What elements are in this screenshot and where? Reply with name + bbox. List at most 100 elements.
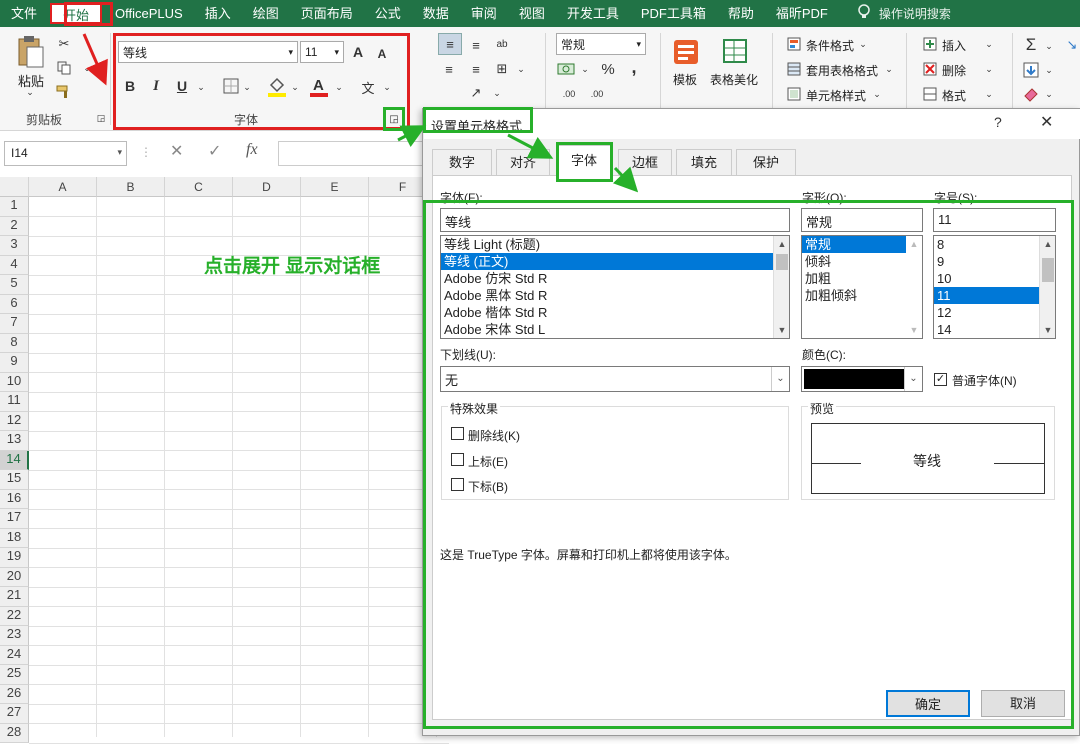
align-middle-icon[interactable]: ≡ (466, 35, 486, 55)
bold-icon[interactable]: B (122, 77, 138, 95)
conditional-format-label[interactable]: 条件格式 (806, 37, 854, 54)
align-left-icon[interactable]: ≡ (438, 59, 460, 79)
chevron-down-icon[interactable]: ⌄ (1044, 39, 1054, 53)
tab-5[interactable]: 保护 (736, 149, 796, 175)
menu-item-8[interactable]: 审阅 (460, 0, 508, 27)
font-color-icon[interactable]: A (308, 75, 330, 99)
list-item[interactable]: 10 (934, 270, 1039, 287)
scroll-down-icon[interactable]: ▼ (906, 322, 922, 338)
font-name-field[interactable]: 等线 (440, 208, 790, 232)
wrap-text-icon[interactable]: ab (492, 33, 512, 55)
menu-item-7[interactable]: 数据 (412, 0, 460, 27)
underline-icon[interactable]: U (174, 77, 190, 95)
chevron-down-icon[interactable]: ⌄ (580, 63, 590, 75)
ok-button[interactable]: 确定 (886, 690, 970, 717)
normal-font-checkbox[interactable]: ✓ (934, 373, 947, 386)
paste-dropdown-icon[interactable]: ⌄ (24, 87, 36, 97)
font-name-combo[interactable]: 等线 ▾ (118, 41, 298, 63)
tab-0[interactable]: 数字 (432, 149, 492, 175)
dialog-title-bar[interactable] (424, 109, 1080, 139)
align-center-icon[interactable]: ≡ (466, 59, 486, 79)
merge-icon[interactable]: ⊞ (492, 59, 512, 79)
format-cells-label[interactable]: 格式 (942, 87, 966, 104)
column-header[interactable]: C (165, 177, 233, 197)
chevron-down-icon[interactable]: ⌄ (382, 81, 392, 93)
font-size-field[interactable]: 11 (933, 208, 1056, 232)
chevron-down-icon[interactable]: ⌄ (858, 37, 868, 51)
fill-icon[interactable] (1022, 61, 1040, 79)
row-header[interactable]: 13 (0, 431, 29, 451)
chevron-down-icon[interactable]: ⌄ (872, 87, 882, 101)
list-item[interactable]: 加粗 (802, 270, 906, 287)
style-list-scrollbar[interactable]: ▲ ▼ (906, 236, 922, 338)
number-format-combo[interactable]: 常规 ▾ (556, 33, 646, 55)
chevron-down-icon[interactable]: ⌄ (516, 63, 526, 75)
row-header[interactable]: 27 (0, 704, 29, 724)
strikethrough-checkbox[interactable] (451, 427, 464, 440)
scroll-thumb[interactable] (1042, 258, 1054, 282)
list-item[interactable]: 14 (934, 321, 1039, 338)
row-header[interactable]: 11 (0, 392, 29, 412)
menu-item-10[interactable]: 开发工具 (556, 0, 630, 27)
scroll-down-icon[interactable]: ▼ (774, 322, 789, 338)
font-style-list[interactable]: 常规 倾斜 加粗 加粗倾斜 ▲ ▼ (801, 235, 923, 339)
row-header[interactable]: 20 (0, 567, 29, 587)
menu-item-11[interactable]: PDF工具箱 (630, 0, 717, 27)
list-item[interactable]: Adobe 楷体 Std R (441, 304, 773, 321)
row-header[interactable]: 9 (0, 353, 29, 373)
template-icon[interactable] (672, 37, 700, 67)
phonetic-icon[interactable]: 文 (358, 77, 378, 97)
chevron-down-icon[interactable]: ⌄ (196, 81, 206, 93)
template-label[interactable]: 模板 (673, 71, 697, 88)
clipboard-launcher-icon[interactable]: ◲ (96, 113, 106, 123)
menu-item-1[interactable]: 开始 (50, 3, 103, 24)
tab-1[interactable]: 对齐 (496, 149, 550, 175)
column-header[interactable]: A (29, 177, 97, 197)
increase-decimal-icon[interactable]: .00 (558, 85, 580, 103)
row-header[interactable]: 6 (0, 294, 29, 314)
row-header[interactable]: 5 (0, 275, 29, 295)
menu-item-9[interactable]: 视图 (508, 0, 556, 27)
chevron-down-icon[interactable]: ⌄ (984, 87, 994, 101)
tab-4[interactable]: 填充 (676, 149, 732, 175)
orientation-icon[interactable]: ↗ (466, 83, 486, 103)
chevron-down-icon[interactable]: ⌄ (984, 37, 994, 51)
insert-function-icon[interactable]: fx (246, 141, 258, 159)
chevron-down-icon[interactable]: ⌄ (290, 81, 300, 93)
cell-style-icon[interactable] (786, 87, 802, 101)
row-header[interactable]: 3 (0, 236, 29, 256)
chevron-down-icon[interactable]: ⌄ (492, 87, 502, 99)
column-header[interactable]: B (97, 177, 165, 197)
row-header[interactable]: 7 (0, 314, 29, 334)
list-item[interactable]: Adobe 仿宋 Std R (441, 270, 773, 287)
row-header[interactable]: 2 (0, 216, 29, 236)
list-item[interactable]: 11 (934, 287, 1039, 304)
row-header[interactable]: 15 (0, 470, 29, 490)
shrink-font-icon[interactable]: A (374, 45, 390, 63)
row-header[interactable]: 1 (0, 197, 29, 217)
scroll-up-icon[interactable]: ▲ (1040, 236, 1055, 252)
format-painter-icon[interactable] (55, 83, 73, 101)
format-as-table-label[interactable]: 套用表格格式 (806, 62, 878, 79)
row-header[interactable]: 22 (0, 606, 29, 626)
list-item[interactable]: 倾斜 (802, 253, 906, 270)
cancel-button[interactable]: 取消 (981, 690, 1065, 717)
delete-cells-label[interactable]: 删除 (942, 62, 966, 79)
font-list-scrollbar[interactable]: ▲ ▼ (773, 236, 789, 338)
row-header[interactable]: 4 (0, 255, 29, 275)
list-item[interactable]: 等线 Light (标题) (441, 236, 773, 253)
grow-font-icon[interactable]: A (350, 43, 366, 61)
chevron-down-icon[interactable]: ⌄ (242, 81, 252, 93)
menu-item-0[interactable]: 文件 (0, 0, 48, 27)
scroll-up-icon[interactable]: ▲ (774, 236, 789, 252)
clear-icon[interactable] (1022, 85, 1040, 103)
help-button[interactable]: ? (994, 114, 1002, 130)
color-picker[interactable]: ⌄ (801, 366, 923, 392)
format-as-table-icon[interactable] (786, 62, 802, 76)
italic-icon[interactable]: I (148, 77, 164, 95)
insert-cells-label[interactable]: 插入 (942, 37, 966, 54)
list-item[interactable]: 等线 (正文) (441, 253, 773, 270)
list-item[interactable]: 9 (934, 253, 1039, 270)
row-header[interactable]: 8 (0, 333, 29, 353)
row-header[interactable]: 25 (0, 665, 29, 685)
